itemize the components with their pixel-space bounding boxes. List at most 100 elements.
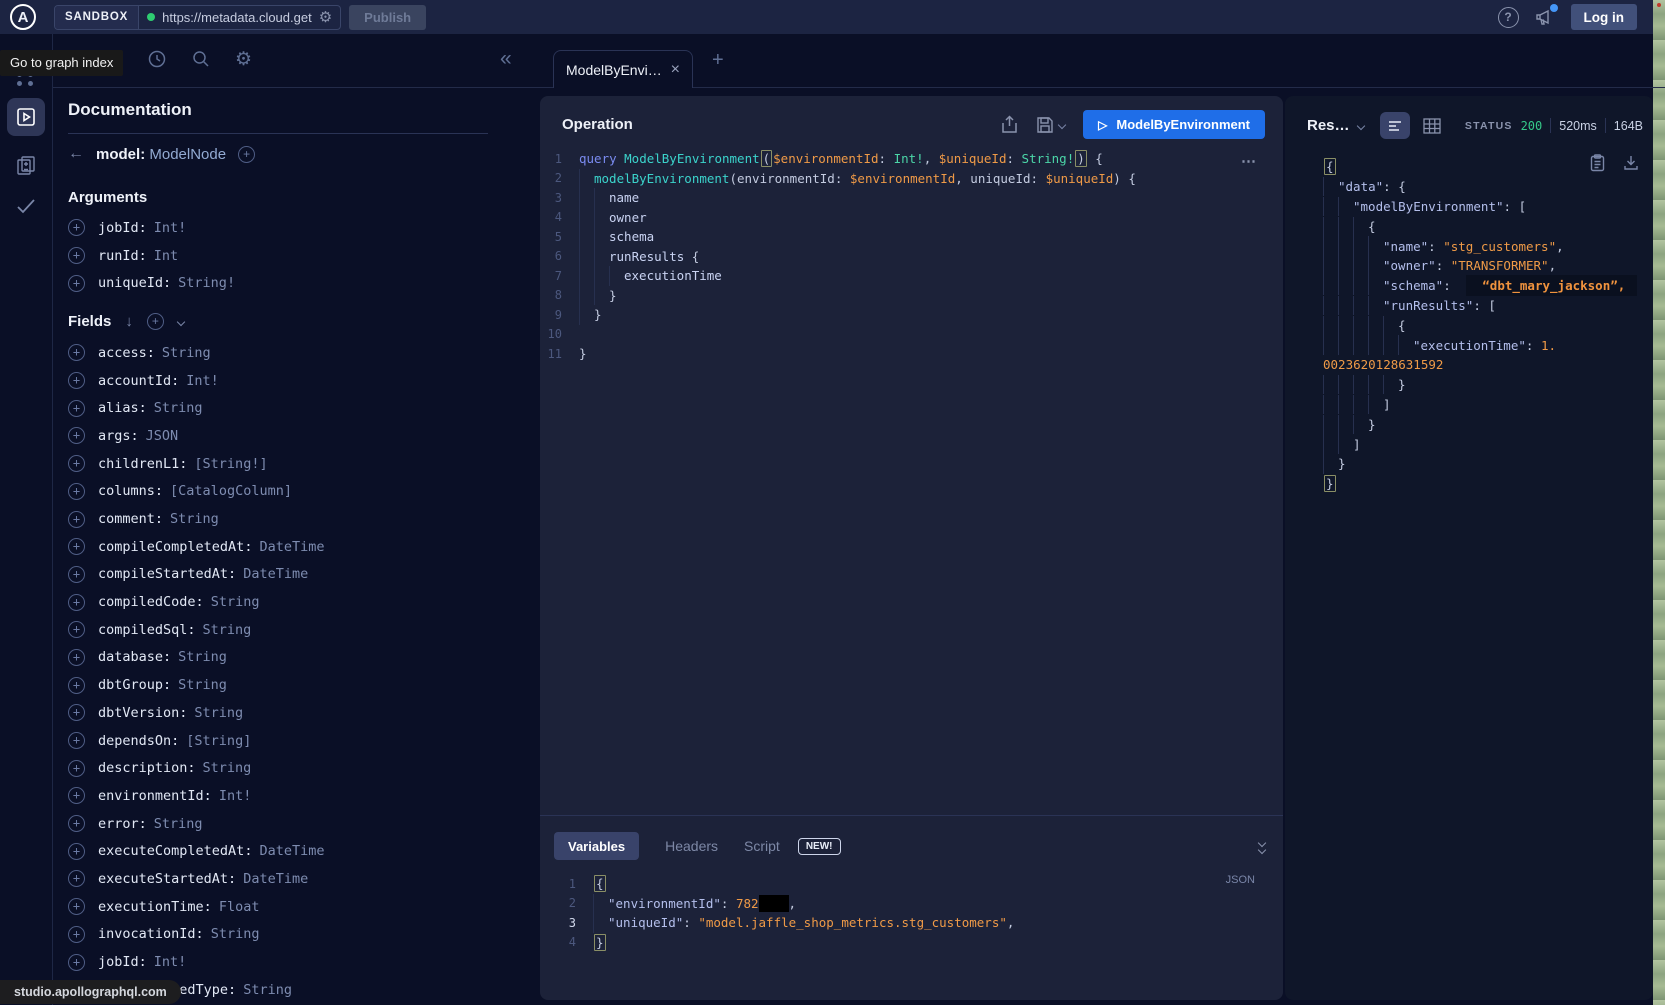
response-size: 164B [1614, 119, 1643, 133]
sandbox-badge: SANDBOX [55, 6, 139, 29]
field-row: description:String [68, 754, 488, 782]
tab-modelbyenvironment[interactable]: ModelByEnvi… × [553, 50, 693, 88]
response-dropdown-icon[interactable] [1356, 121, 1364, 129]
add-field-icon[interactable] [68, 483, 85, 500]
download-response-icon[interactable] [1623, 154, 1639, 172]
add-field-icon[interactable] [68, 732, 85, 749]
tab-close-icon[interactable]: × [671, 61, 680, 79]
sort-fields-icon[interactable]: ↓ [125, 313, 133, 330]
settings-gear-icon[interactable]: ⚙ [235, 50, 252, 69]
explorer-toolbar: ⚙ [105, 49, 252, 69]
response-title[interactable]: Res… [1307, 117, 1350, 134]
announcements-icon[interactable] [1535, 8, 1555, 26]
schema-nav-icon[interactable] [15, 154, 37, 176]
explorer-nav-icon[interactable] [7, 98, 45, 136]
copy-response-icon[interactable] [1590, 154, 1605, 172]
apollo-logo-icon[interactable]: A [10, 4, 36, 30]
login-button[interactable]: Log in [1571, 4, 1638, 30]
code-line: "modelByEnvironment": [ [1323, 197, 1653, 217]
add-field-icon[interactable] [68, 372, 85, 389]
fields-title: Fields [68, 313, 111, 330]
add-field-icon[interactable] [68, 344, 85, 361]
add-field-icon[interactable] [68, 815, 85, 832]
code-line: } [1323, 375, 1653, 395]
add-field-icon[interactable] [68, 898, 85, 915]
line-number: 2 [554, 896, 593, 910]
search-icon[interactable] [191, 49, 211, 69]
argument-row: uniqueId:String! [68, 269, 488, 297]
endpoint-settings-icon[interactable]: ⚙ [319, 10, 332, 25]
back-icon[interactable]: ← [68, 145, 84, 163]
add-field-icon[interactable] [68, 621, 85, 638]
add-argument-icon[interactable] [68, 219, 85, 236]
add-field-icon[interactable] [68, 538, 85, 555]
run-operation-button[interactable]: ▷ ModelByEnvironment [1083, 110, 1265, 139]
variables-editor[interactable]: JSON 1{2"environmentId": 782,3"uniqueId"… [554, 874, 1265, 952]
add-field-icon[interactable] [68, 427, 85, 444]
meta-divider [1605, 118, 1606, 133]
field-row: invocationId:String [68, 921, 488, 949]
raw-view-icon[interactable] [1380, 112, 1410, 139]
add-field-icon[interactable] [68, 400, 85, 417]
add-field-icon[interactable] [68, 787, 85, 804]
save-dropdown-icon[interactable] [1058, 120, 1066, 128]
line-number: 5 [540, 230, 579, 244]
share-icon[interactable] [1001, 115, 1018, 134]
save-icon[interactable] [1036, 116, 1065, 134]
add-field-icon[interactable] [68, 926, 85, 943]
code-line: 3"uniqueId": "model.jaffle_shop_metrics.… [554, 913, 1265, 933]
new-tab-icon[interactable]: + [712, 49, 724, 72]
add-field-icon[interactable] [68, 566, 85, 583]
code-line: ] [1323, 395, 1653, 415]
help-icon[interactable]: ? [1498, 7, 1519, 28]
code-line: } [1323, 454, 1653, 474]
doc-field-type[interactable]: ModelNode [149, 146, 226, 163]
fields-header: Fields ↓ [68, 313, 488, 330]
tab-variables[interactable]: Variables [554, 832, 639, 860]
chevron-down-icon[interactable] [177, 317, 185, 325]
add-field-icon[interactable] [68, 455, 85, 472]
code-line: "schema": “dbt_mary_jackson”, [1323, 276, 1653, 296]
field-row: alias:String [68, 394, 488, 422]
checks-nav-icon[interactable] [14, 194, 38, 218]
add-all-fields-icon[interactable] [147, 313, 164, 330]
history-icon[interactable] [147, 49, 167, 69]
add-field-icon[interactable] [68, 677, 85, 694]
code-line: 4owner [540, 208, 1283, 228]
code-line: 5schema [540, 227, 1283, 247]
endpoint-url-input[interactable]: https://metadata.cloud.get ⚙ [139, 10, 340, 25]
code-line: } [1323, 414, 1653, 434]
run-icon: ▷ [1098, 118, 1107, 132]
response-actions [1590, 154, 1639, 172]
add-argument-icon[interactable] [68, 275, 85, 292]
add-field-icon[interactable] [68, 704, 85, 721]
code-line: 8} [540, 286, 1283, 306]
collapse-sidebar-icon[interactable]: « [500, 47, 512, 71]
add-field-icon[interactable] [68, 870, 85, 887]
field-row: compiledSql:String [68, 616, 488, 644]
add-field-icon[interactable] [68, 843, 85, 860]
tab-script[interactable]: Script [744, 838, 780, 854]
add-field-icon[interactable] [68, 649, 85, 666]
response-duration: 520ms [1559, 119, 1597, 133]
add-field-icon[interactable] [68, 511, 85, 528]
add-field-icon[interactable] [68, 954, 85, 971]
add-field-icon[interactable] [68, 594, 85, 611]
code-line: 1{ [554, 874, 1265, 894]
collapse-variables-icon[interactable] [1259, 840, 1265, 853]
table-view-icon[interactable] [1423, 118, 1441, 134]
field-row: compileCompletedAt:DateTime [68, 533, 488, 561]
endpoint-url-text[interactable]: https://metadata.cloud.get [162, 10, 312, 25]
code-line: 7executionTime [540, 266, 1283, 286]
tabbar-divider [53, 87, 1665, 88]
publish-button[interactable]: Publish [349, 5, 426, 30]
add-field-icon[interactable] [68, 760, 85, 777]
tab-headers[interactable]: Headers [665, 838, 718, 854]
code-line: 6runResults { [540, 247, 1283, 267]
field-row: dependsOn:[String] [68, 727, 488, 755]
add-field-icon[interactable] [238, 146, 255, 163]
status-code: 200 [1521, 119, 1543, 133]
operation-editor[interactable]: 1query ModelByEnvironment($environmentId… [540, 149, 1283, 815]
add-argument-icon[interactable] [68, 247, 85, 264]
meta-divider [1550, 118, 1551, 133]
